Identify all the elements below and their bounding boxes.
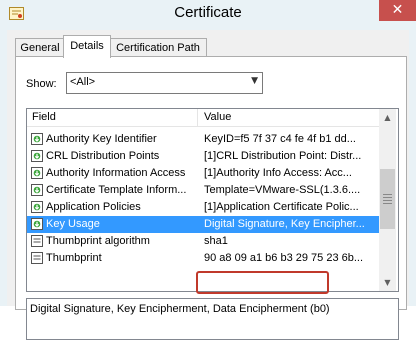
list-item[interactable]: Thumbprint algorithm sha1 bbox=[27, 233, 379, 250]
field-list[interactable]: Field Value Authority Key Identifier KeyI… bbox=[26, 108, 399, 292]
field-detail-box[interactable]: Digital Signature, Key Encipherment, Dat… bbox=[26, 298, 399, 340]
cert-property-icon bbox=[31, 252, 43, 264]
list-item[interactable]: Thumbprint 90 a8 09 a1 b6 b3 29 75 23 6b.… bbox=[27, 250, 379, 267]
tab-details[interactable]: Details bbox=[63, 35, 111, 58]
scrollbar-thumb[interactable] bbox=[380, 169, 395, 229]
vertical-scrollbar[interactable]: ▲ ▼ bbox=[379, 109, 396, 291]
column-header-field[interactable]: Field bbox=[32, 111, 56, 123]
list-item-field: Authority Information Access bbox=[46, 167, 186, 179]
tab-general[interactable]: General bbox=[15, 38, 65, 57]
list-rows: Authority Key Identifier KeyID=f5 7f 37 c… bbox=[27, 131, 379, 267]
list-item-field: Application Policies bbox=[46, 201, 141, 213]
list-item-value: Template=VMware-SSL(1.3.6.... bbox=[204, 184, 361, 196]
title-bar: Certificate ✕ bbox=[0, 0, 416, 30]
list-item-value: [1]Application Certificate Polic... bbox=[204, 201, 359, 213]
list-item[interactable]: Key Usage Digital Signature, Key Encipher… bbox=[27, 216, 379, 233]
list-item[interactable]: Application Policies [1]Application Certi… bbox=[27, 199, 379, 216]
window-title: Certificate bbox=[174, 4, 242, 21]
cert-extension-icon bbox=[31, 133, 43, 145]
list-item-value: Digital Signature, Key Encipher... bbox=[204, 218, 365, 230]
list-item-field: Thumbprint bbox=[46, 252, 102, 264]
close-button[interactable]: ✕ bbox=[379, 0, 416, 21]
cert-extension-icon bbox=[31, 167, 43, 179]
annotation-highlight bbox=[196, 271, 329, 294]
window-frame-right bbox=[409, 30, 416, 306]
list-item[interactable]: CRL Distribution Points [1]CRL Distributi… bbox=[27, 148, 379, 165]
scroll-up-icon[interactable]: ▲ bbox=[379, 109, 396, 126]
field-detail-text: Digital Signature, Key Encipherment, Dat… bbox=[30, 303, 330, 315]
list-item[interactable]: Authority Key Identifier KeyID=f5 7f 37 c… bbox=[27, 131, 379, 148]
scrollbar-grip-icon bbox=[383, 194, 392, 204]
show-label: Show: bbox=[26, 78, 57, 90]
list-item-value: sha1 bbox=[204, 235, 228, 247]
dialog-client-area: General Details Certification Path Show:… bbox=[7, 30, 409, 340]
show-dropdown-value: <All> bbox=[70, 76, 96, 88]
list-item-field: Authority Key Identifier bbox=[46, 133, 157, 145]
list-item-field: Key Usage bbox=[46, 218, 100, 230]
window-frame-left bbox=[0, 30, 7, 306]
cert-extension-icon bbox=[31, 184, 43, 196]
chevron-down-icon: ▼ bbox=[251, 76, 258, 86]
scroll-down-icon[interactable]: ▼ bbox=[379, 274, 396, 291]
close-icon: ✕ bbox=[391, 2, 404, 18]
column-divider[interactable] bbox=[197, 109, 198, 126]
show-dropdown[interactable]: <All> ▼ bbox=[66, 72, 263, 94]
cert-extension-icon bbox=[31, 150, 43, 162]
cert-extension-icon bbox=[31, 201, 43, 213]
list-item-field: Thumbprint algorithm bbox=[46, 235, 150, 247]
tab-certification-path[interactable]: Certification Path bbox=[109, 38, 207, 57]
cert-property-icon bbox=[31, 235, 43, 247]
column-header-value[interactable]: Value bbox=[204, 111, 231, 123]
list-item-field: CRL Distribution Points bbox=[46, 150, 160, 162]
list-item-value: [1]CRL Distribution Point: Distr... bbox=[204, 150, 362, 162]
cert-extension-icon bbox=[31, 218, 43, 230]
list-header: Field Value bbox=[27, 109, 379, 127]
list-item-value: KeyID=f5 7f 37 c4 fe 4f b1 dd... bbox=[204, 133, 356, 145]
list-item-value: [1]Authority Info Access: Acc... bbox=[204, 167, 352, 179]
list-item-value: 90 a8 09 a1 b6 b3 29 75 23 6b... bbox=[204, 252, 364, 264]
list-item-field: Certificate Template Inform... bbox=[46, 184, 187, 196]
list-item[interactable]: Certificate Template Inform... Template=V… bbox=[27, 182, 379, 199]
list-item[interactable]: Authority Information Access [1]Authority… bbox=[27, 165, 379, 182]
